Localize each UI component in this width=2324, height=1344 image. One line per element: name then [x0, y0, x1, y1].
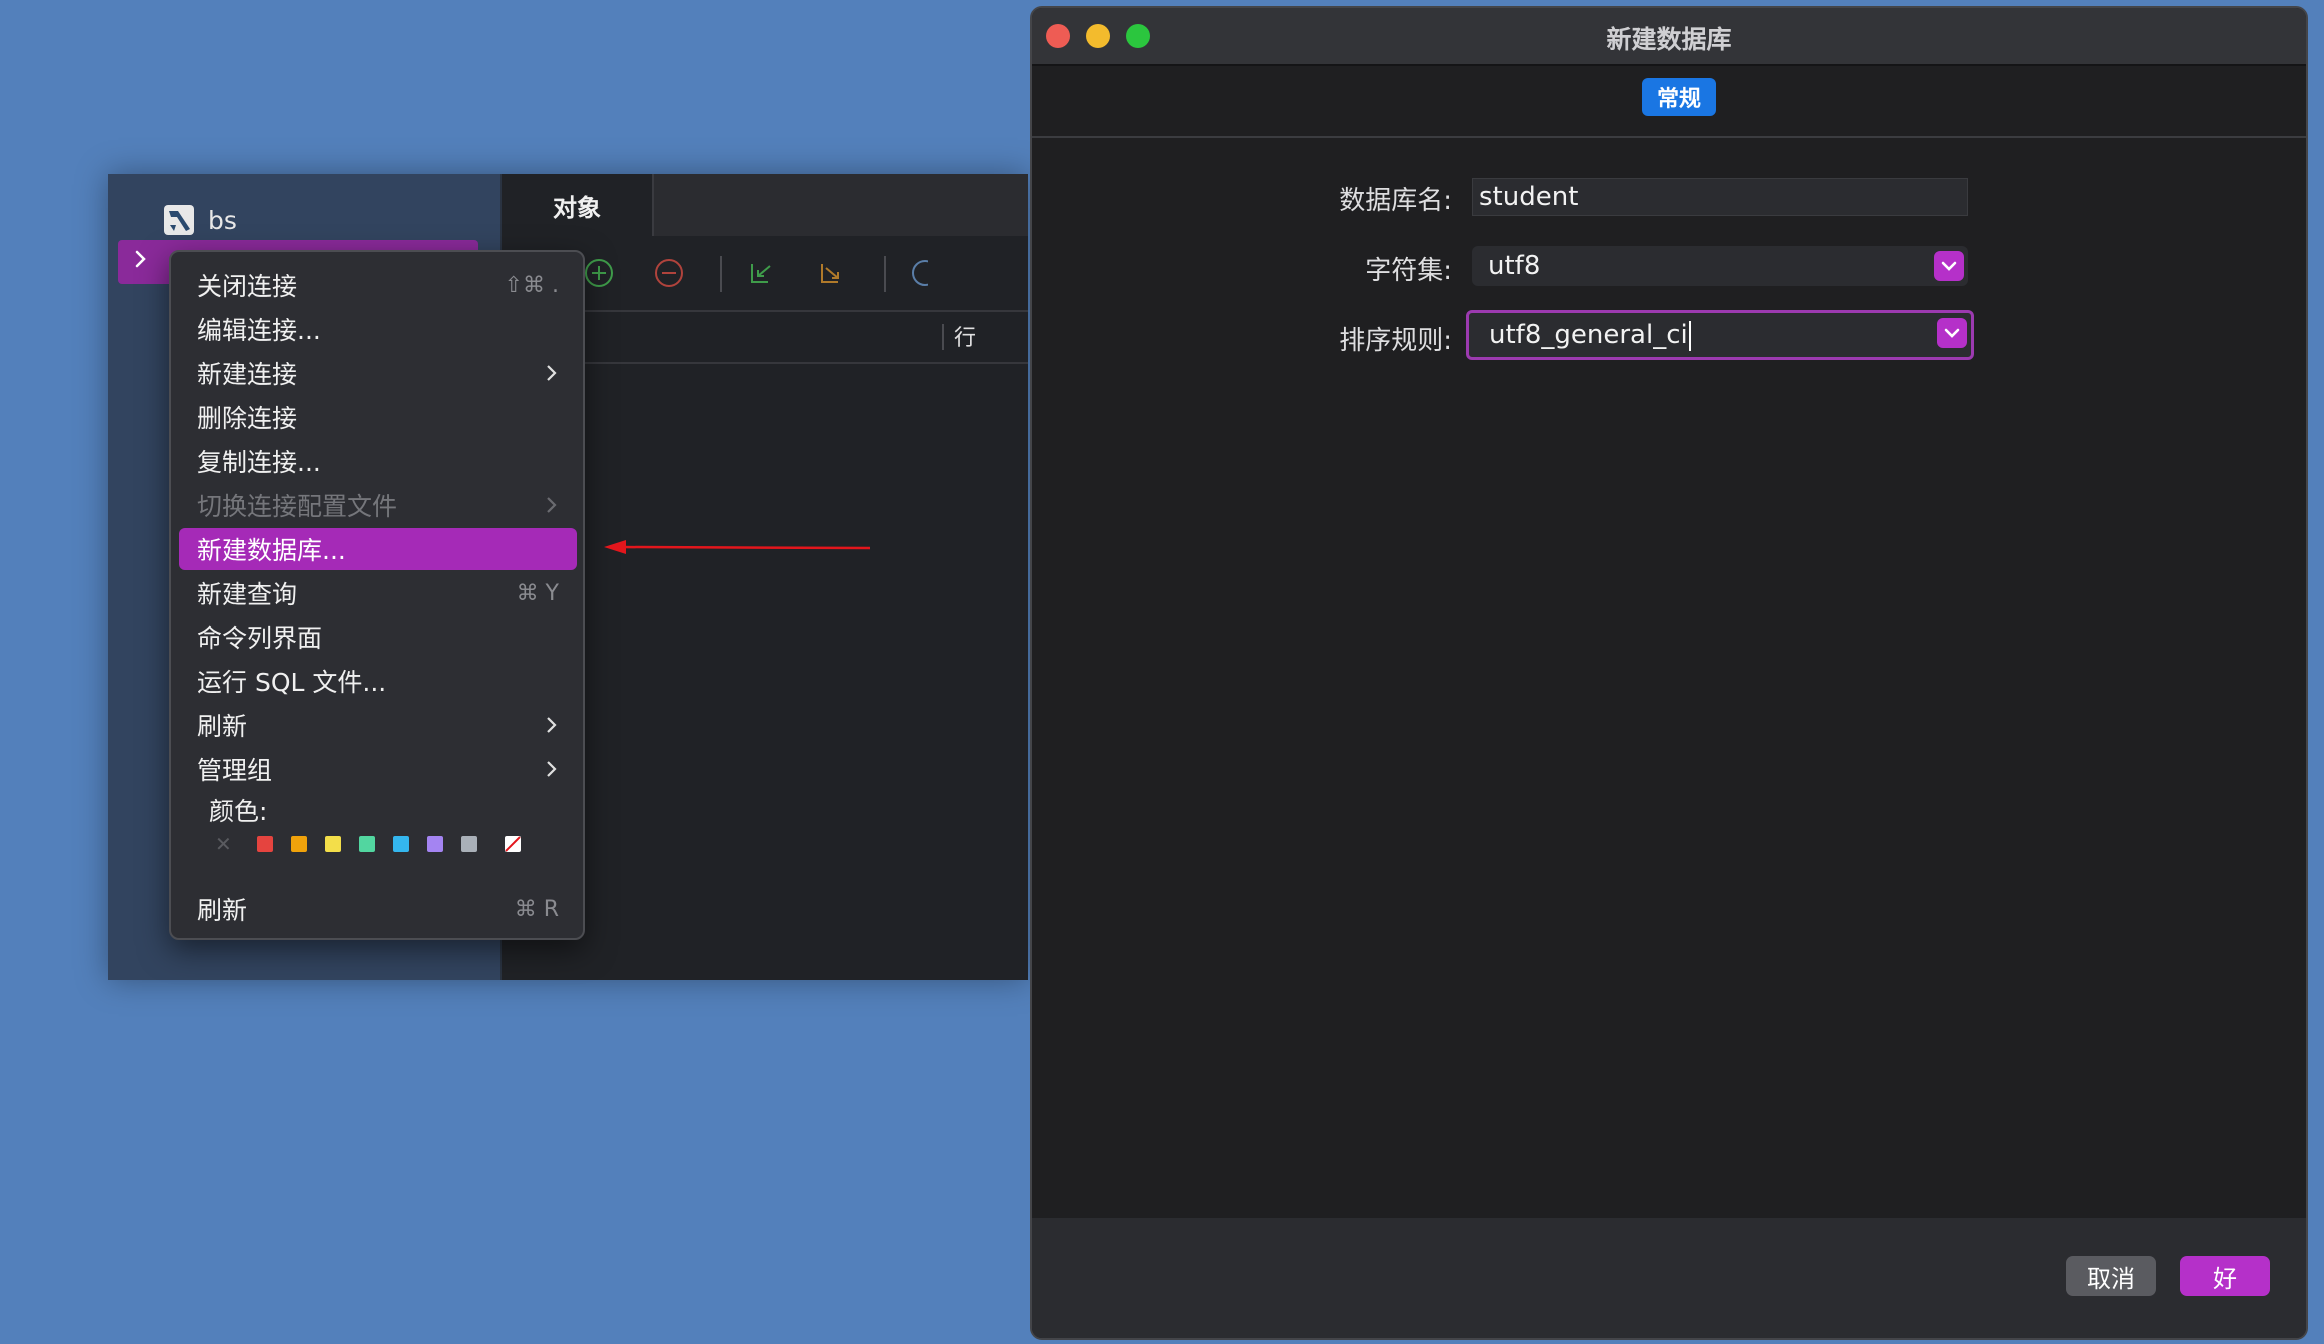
column-header-rows[interactable]: 行: [954, 320, 976, 352]
dialog-footer: 取消 好: [1032, 1218, 2306, 1338]
connection-item-bs[interactable]: bs: [164, 200, 237, 240]
menu-item-refresh-submenu[interactable]: 刷新: [179, 704, 577, 746]
db-name-label: 数据库名:: [1339, 186, 1452, 216]
color-swatch-green[interactable]: [359, 836, 375, 852]
menu-item-new-database[interactable]: 新建数据库...: [179, 528, 577, 570]
cancel-button[interactable]: 取消: [2066, 1256, 2156, 1296]
menu-item-manage-group[interactable]: 管理组: [179, 748, 577, 790]
shortcut-label: ⇧⌘ .: [504, 272, 559, 298]
dialog-titlebar: 新建数据库: [1032, 8, 2306, 66]
toolbar-separator: [884, 256, 886, 292]
connection-name: bs: [208, 205, 237, 235]
chevron-right-icon: [545, 494, 559, 516]
tab-objects[interactable]: 对象: [502, 174, 654, 236]
annotation-arrow: [604, 540, 871, 554]
menu-item-new-connection[interactable]: 新建连接: [179, 352, 577, 394]
menu-item-close-connection[interactable]: 关闭连接 ⇧⌘ .: [179, 264, 577, 306]
clear-color-icon[interactable]: [505, 836, 521, 852]
chevron-down-icon[interactable]: [1934, 251, 1964, 281]
collation-label: 排序规则:: [1339, 326, 1452, 356]
dialog-tab-bar: 常规: [1032, 66, 2306, 138]
color-swatch-red[interactable]: [257, 836, 273, 852]
menu-item-delete-connection[interactable]: 删除连接: [179, 396, 577, 438]
chevron-right-icon: [545, 714, 559, 736]
menu-item-switch-profile: 切换连接配置文件: [179, 484, 577, 526]
dialog-title: 新建数据库: [1606, 25, 1732, 54]
color-swatch-blue[interactable]: [393, 836, 409, 852]
menu-item-run-sql-file[interactable]: 运行 SQL 文件...: [179, 660, 577, 702]
color-swatch-row: ✕: [215, 834, 521, 854]
charset-label: 字符集:: [1365, 256, 1452, 286]
shortcut-label: ⌘ R: [514, 896, 559, 922]
chevron-right-icon: [545, 362, 559, 384]
new-database-dialog: 新建数据库 常规 数据库名: student 字符集: utf8 排序规则: u…: [1030, 6, 2308, 1340]
more-tool-icon[interactable]: [908, 256, 928, 290]
shortcut-label: ⌘ Y: [516, 580, 559, 606]
charset-select[interactable]: utf8: [1472, 246, 1968, 286]
toolbar-separator: [720, 256, 722, 292]
connection-context-menu: 关闭连接 ⇧⌘ . 编辑连接... 新建连接 删除连接 复制连接... 切换连接…: [169, 250, 585, 940]
collation-select[interactable]: utf8_general_ci: [1466, 310, 1974, 360]
chevron-right-icon[interactable]: [134, 248, 156, 276]
text-cursor: [1688, 320, 1691, 351]
object-tab-bar: 对象: [502, 174, 1028, 236]
color-swatch-purple[interactable]: [427, 836, 443, 852]
no-color-icon[interactable]: ✕: [215, 834, 233, 854]
charset-value: utf8: [1488, 251, 1541, 281]
color-swatch-orange[interactable]: [291, 836, 307, 852]
remove-circle-icon[interactable]: [652, 256, 686, 290]
chevron-down-icon[interactable]: [1937, 318, 1967, 348]
mysql-icon: [164, 205, 194, 235]
menu-item-duplicate-connection[interactable]: 复制连接...: [179, 440, 577, 482]
db-name-input[interactable]: student: [1472, 178, 1968, 216]
column-separator: [942, 324, 944, 350]
chevron-right-icon: [545, 758, 559, 780]
add-circle-icon[interactable]: [582, 256, 616, 290]
ok-button[interactable]: 好: [2180, 1256, 2270, 1296]
color-label: 颜色:: [209, 797, 268, 826]
color-swatch-yellow[interactable]: [325, 836, 341, 852]
menu-item-refresh[interactable]: 刷新 ⌘ R: [179, 888, 577, 930]
menu-item-new-query[interactable]: 新建查询 ⌘ Y: [179, 572, 577, 614]
tab-general[interactable]: 常规: [1642, 78, 1716, 116]
menu-item-console[interactable]: 命令列界面: [179, 616, 577, 658]
menu-item-edit-connection[interactable]: 编辑连接...: [179, 308, 577, 350]
export-icon[interactable]: [814, 256, 848, 290]
color-swatch-gray[interactable]: [461, 836, 477, 852]
collation-value: utf8_general_ci: [1489, 320, 1688, 350]
import-icon[interactable]: [744, 256, 778, 290]
